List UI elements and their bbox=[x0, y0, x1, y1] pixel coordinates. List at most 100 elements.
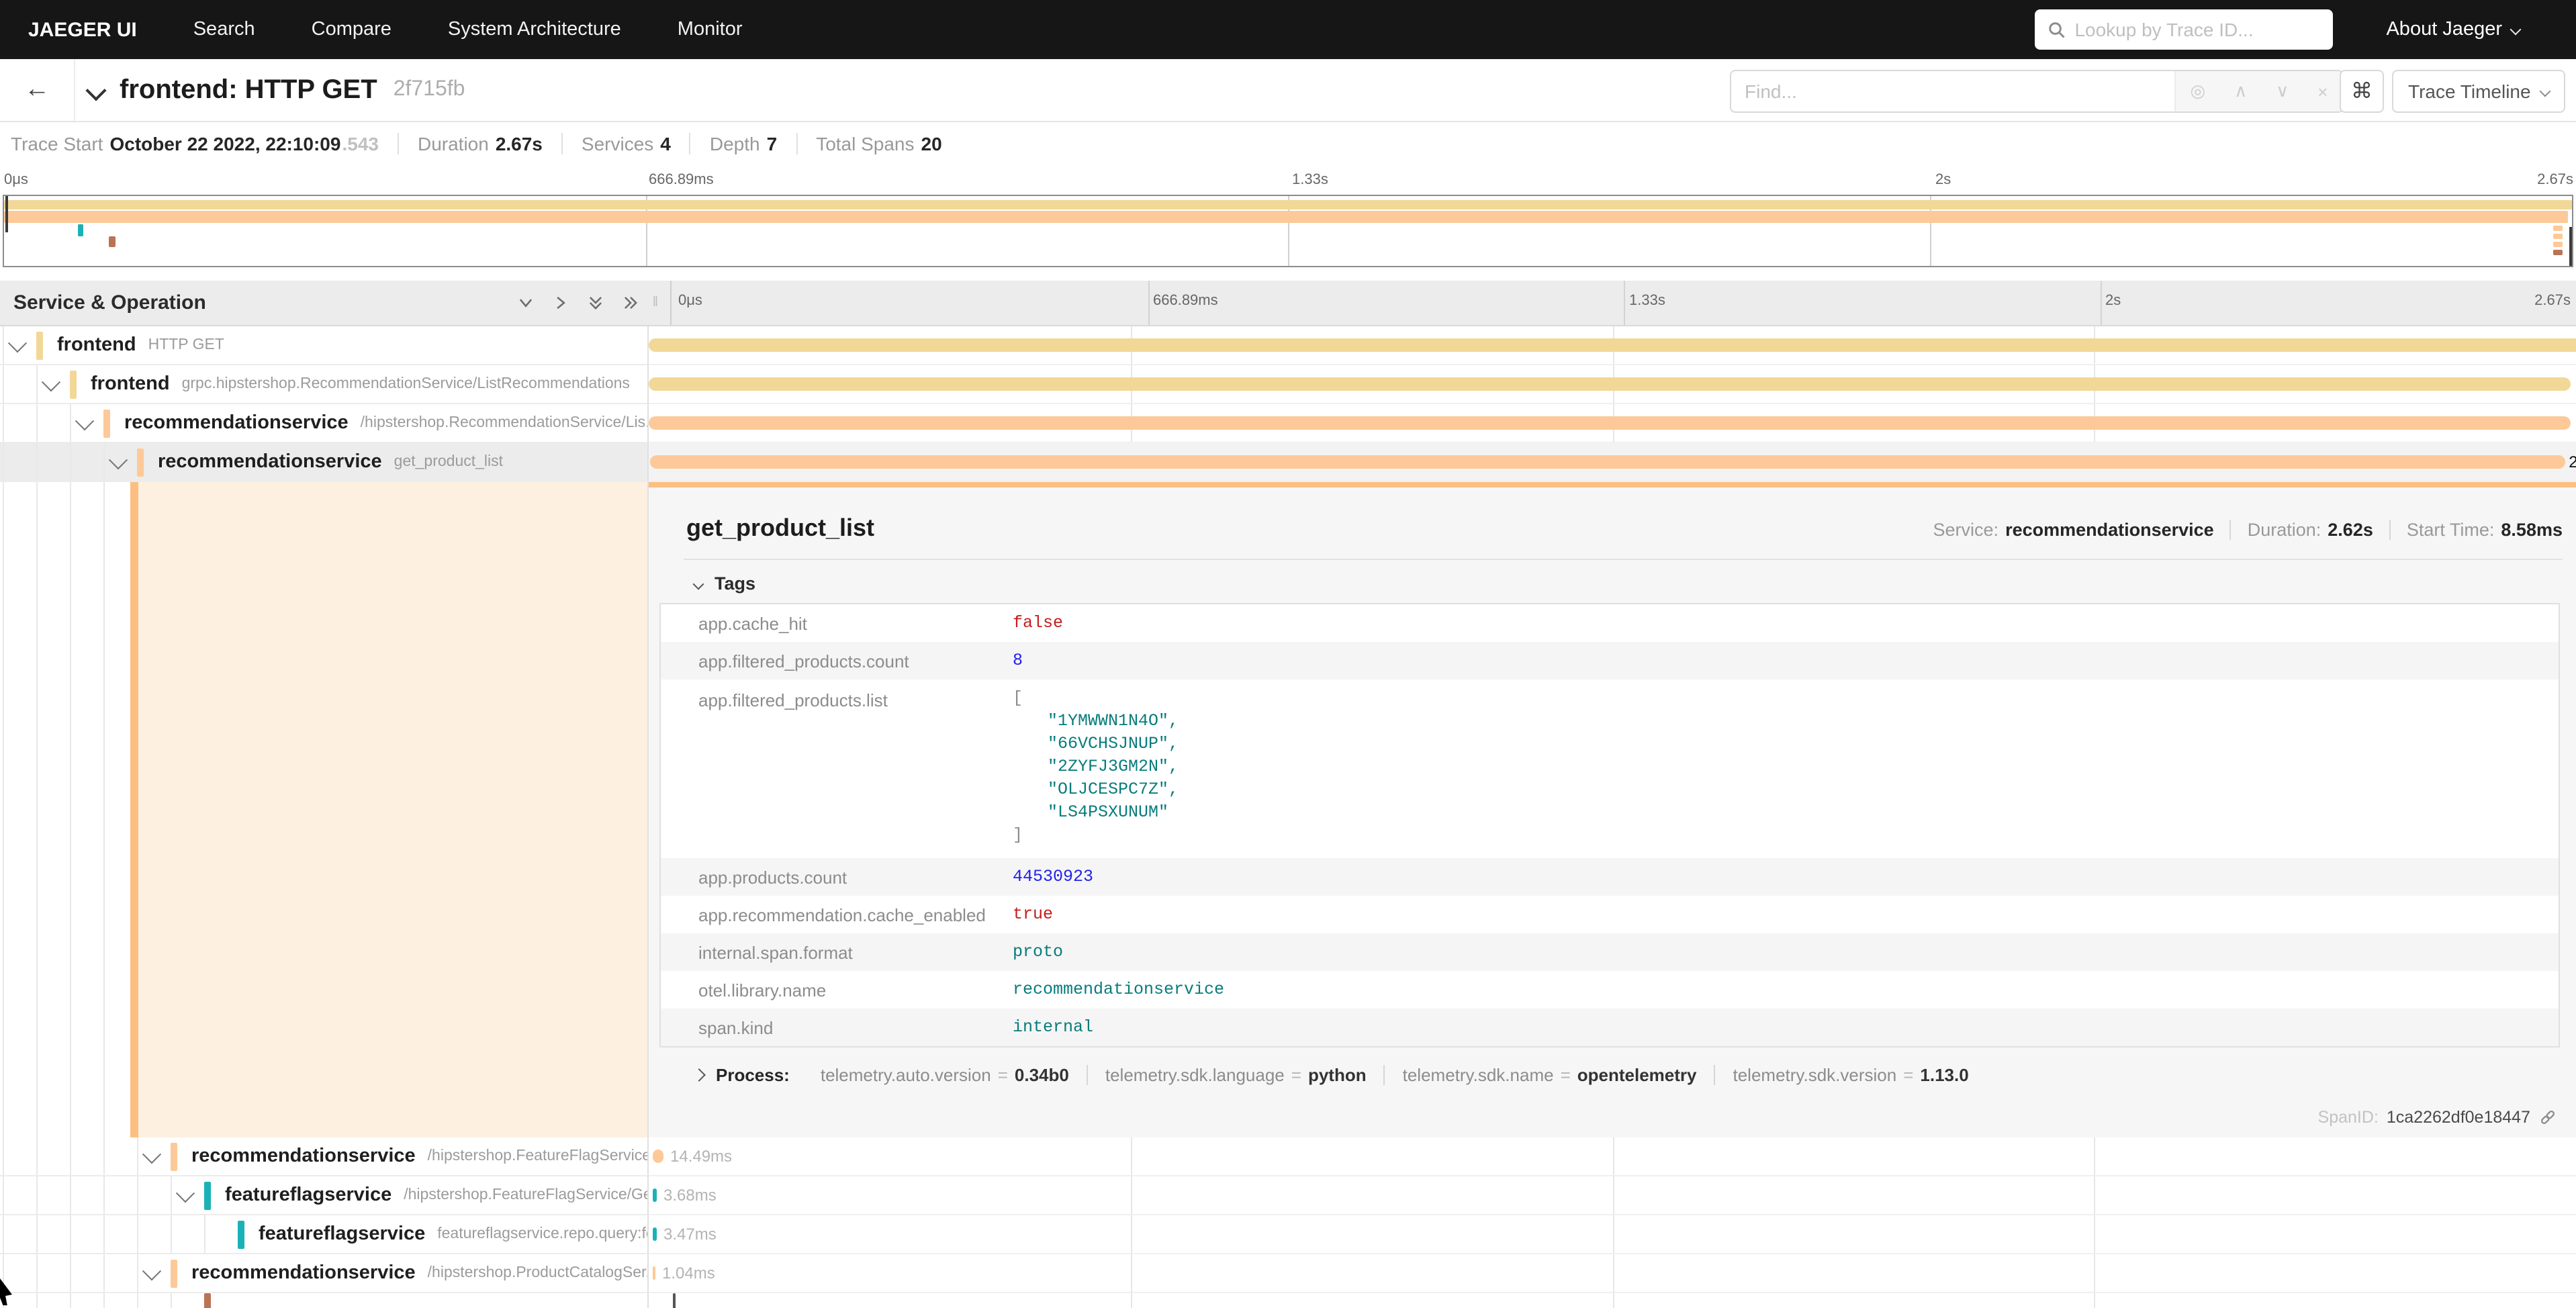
tag-value: 8 bbox=[1013, 651, 1023, 670]
stat-services: Services4 bbox=[561, 133, 690, 154]
link-icon[interactable] bbox=[2538, 1108, 2557, 1127]
span-duration-label: 3.47ms bbox=[663, 1225, 717, 1244]
minimap-span-bar bbox=[2553, 250, 2563, 255]
collapse-all-icon[interactable] bbox=[517, 294, 535, 312]
trace-view-label: Trace Timeline bbox=[2408, 81, 2531, 102]
back-button[interactable]: ← bbox=[0, 59, 75, 121]
trace-lookup-input[interactable]: Lookup by Trace ID... bbox=[2034, 9, 2332, 50]
operation-name: HTTP GET bbox=[148, 337, 224, 353]
collapse-levels-icon[interactable] bbox=[587, 294, 604, 312]
column-resizer-handle[interactable]: ‖ bbox=[653, 295, 659, 310]
collapse-trace-chevron-icon[interactable] bbox=[85, 79, 106, 100]
tag-key: internal.span.format bbox=[661, 942, 1013, 962]
span-bar-cell[interactable]: 3.68ms bbox=[649, 1176, 2576, 1215]
keyboard-shortcuts-button[interactable]: ⌘ bbox=[2340, 70, 2384, 113]
expand-levels-icon[interactable] bbox=[622, 294, 639, 312]
span-bar-cell[interactable]: 14.49ms bbox=[649, 1137, 2576, 1176]
process-entry: telemetry.sdk.language=python bbox=[1087, 1065, 1384, 1085]
span-detail-left-gutter bbox=[0, 482, 649, 1137]
collapse-chevron-icon[interactable] bbox=[109, 451, 128, 469]
nav-item-system-architecture[interactable]: System Architecture bbox=[448, 19, 621, 40]
trace-id: 2f715fb bbox=[394, 78, 465, 102]
tag-key: span.kind bbox=[661, 1017, 1013, 1037]
find-clear-icon[interactable]: × bbox=[2317, 81, 2328, 101]
span-bar-cell[interactable] bbox=[649, 365, 2576, 404]
expand-one-icon[interactable] bbox=[552, 294, 569, 312]
stat-value: 2.67s bbox=[496, 133, 543, 154]
span-tree-item[interactable]: recommendationservice /hipstershop.Featu… bbox=[0, 1137, 649, 1176]
tag-value: internal bbox=[1013, 1018, 1093, 1037]
find-placeholder: Find... bbox=[1745, 81, 1797, 102]
process-value: opentelemetry bbox=[1577, 1065, 1697, 1085]
tag-key: app.cache_hit bbox=[661, 613, 1013, 633]
meta-value: recommendationservice bbox=[2005, 520, 2214, 540]
span-bar-cell[interactable]: 2.62s bbox=[649, 443, 2576, 482]
span-tree-item[interactable]: recommendationservice /hipstershop.Recom… bbox=[0, 404, 649, 443]
process-section[interactable]: Process: telemetry.auto.version=0.34b0 t… bbox=[694, 1065, 2563, 1085]
span-duration-label: 2.62s bbox=[2569, 453, 2576, 471]
collapse-chevron-icon[interactable] bbox=[75, 412, 94, 430]
span-mini-bar[interactable] bbox=[653, 1227, 657, 1241]
about-jaeger-label: About Jaeger bbox=[2386, 19, 2502, 40]
stat-label: Trace Start bbox=[11, 133, 103, 154]
process-key: telemetry.sdk.language bbox=[1105, 1065, 1285, 1085]
service-color-bar bbox=[204, 1181, 210, 1209]
find-input[interactable]: Find... bbox=[1731, 71, 2174, 111]
span-tree-item[interactable] bbox=[0, 1293, 649, 1308]
span-mini-bar[interactable] bbox=[653, 1266, 655, 1280]
collapse-chevron-icon[interactable] bbox=[142, 1262, 161, 1280]
minimap-canvas[interactable] bbox=[3, 195, 2573, 267]
span-tree-item[interactable]: featureflagservice featureflagservice.re… bbox=[0, 1215, 649, 1254]
span-mini-bar[interactable] bbox=[653, 1188, 657, 1202]
minimap-scrubber-left[interactable] bbox=[5, 196, 8, 232]
span-bar[interactable] bbox=[650, 455, 2565, 469]
detail-divider bbox=[684, 559, 2563, 560]
collapse-chevron-icon[interactable] bbox=[42, 373, 60, 391]
span-bar[interactable] bbox=[649, 416, 2571, 430]
find-next-icon[interactable]: ∨ bbox=[2276, 81, 2289, 102]
span-mini-bar[interactable] bbox=[673, 1293, 676, 1308]
trace-view-selector[interactable]: Trace Timeline bbox=[2392, 70, 2566, 113]
span-bar[interactable] bbox=[649, 377, 2571, 391]
collapse-chevron-icon[interactable] bbox=[176, 1184, 195, 1203]
span-tree-item[interactable]: recommendationservice get_product_list bbox=[0, 443, 649, 482]
nav-item-compare[interactable]: Compare bbox=[312, 19, 392, 40]
meta-service: Service:recommendationservice bbox=[1917, 520, 2230, 540]
span-tree-item[interactable]: recommendationservice /hipstershop.Produ… bbox=[0, 1254, 649, 1293]
span-bar-cell[interactable] bbox=[649, 326, 2576, 365]
indent-guides bbox=[0, 326, 4, 364]
jaeger-logo[interactable]: JAEGER UI bbox=[28, 18, 137, 41]
process-label: Process: bbox=[716, 1065, 790, 1085]
tags-section-toggle[interactable]: Tags bbox=[694, 573, 2563, 594]
span-row-productcatalog-parent: recommendationservice /hipstershop.Produ… bbox=[0, 1254, 2576, 1293]
span-bar-cell[interactable]: 1.04ms bbox=[649, 1254, 2576, 1293]
span-duration-label: 14.49ms bbox=[670, 1147, 732, 1166]
span-tree-item[interactable]: frontend HTTP GET bbox=[0, 326, 649, 365]
nav-item-search[interactable]: Search bbox=[193, 19, 255, 40]
about-jaeger-menu[interactable]: About Jaeger bbox=[2386, 19, 2520, 40]
collapse-chevron-icon[interactable] bbox=[8, 334, 27, 353]
meta-label: Start Time: bbox=[2407, 520, 2495, 540]
stat-total-spans: Total Spans20 bbox=[796, 133, 961, 154]
span-bar[interactable] bbox=[649, 338, 2576, 352]
find-target-icon[interactable]: ◎ bbox=[2191, 81, 2206, 102]
span-mini-bar[interactable] bbox=[653, 1150, 663, 1163]
minimap-span-bar bbox=[2553, 226, 2563, 231]
service-name: recommendationservice bbox=[158, 451, 382, 473]
minimap-scrubber-right[interactable] bbox=[2569, 227, 2572, 266]
trace-minimap[interactable]: 0μs 666.89ms 1.33s 2s 2.67s bbox=[0, 165, 2576, 265]
span-tree-item[interactable]: frontend grpc.hipstershop.Recommendation… bbox=[0, 365, 649, 404]
span-detail-header: get_product_list Service:recommendations… bbox=[686, 514, 2563, 543]
minimap-span-bar bbox=[109, 236, 116, 247]
tag-value: 44530923 bbox=[1013, 868, 1093, 886]
stat-label: Services bbox=[582, 133, 653, 154]
span-bar-cell[interactable]: 3.47ms bbox=[649, 1215, 2576, 1254]
span-tree-item[interactable]: featureflagservice /hipstershop.FeatureF… bbox=[0, 1176, 649, 1215]
span-id-value: 1ca2262df0e18447 bbox=[2387, 1108, 2530, 1127]
stat-value: 20 bbox=[921, 133, 942, 154]
nav-item-monitor[interactable]: Monitor bbox=[678, 19, 743, 40]
span-bar-cell[interactable] bbox=[649, 1293, 2576, 1308]
span-bar-cell[interactable] bbox=[649, 404, 2576, 443]
collapse-chevron-icon[interactable] bbox=[142, 1145, 161, 1164]
find-prev-icon[interactable]: ∧ bbox=[2234, 81, 2247, 102]
